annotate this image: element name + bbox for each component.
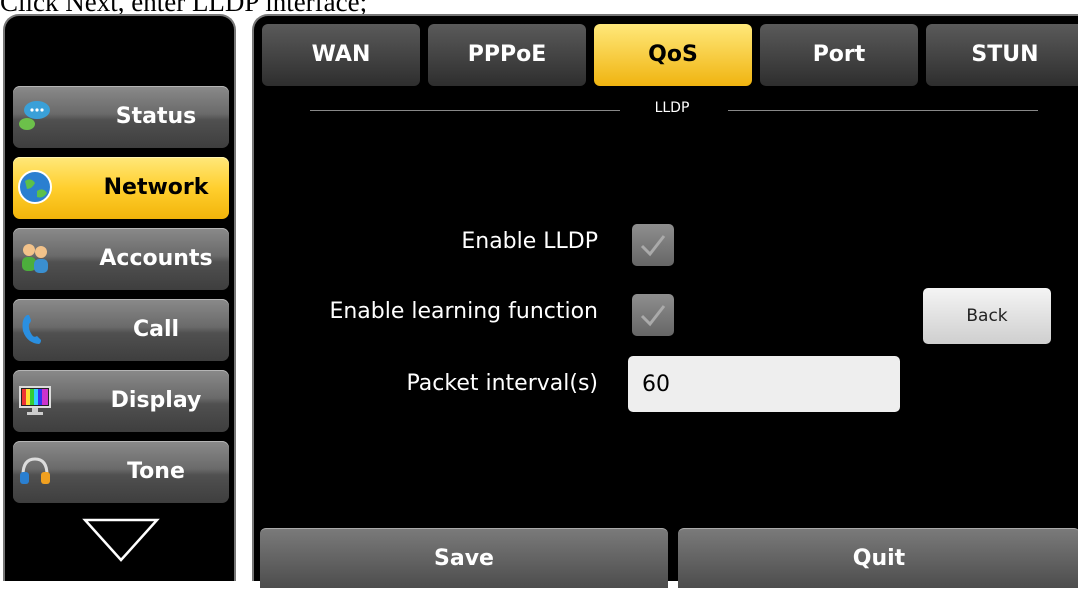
status-chat-icon <box>19 101 50 130</box>
checkmark-icon <box>640 235 666 257</box>
quit-button[interactable]: Quit <box>678 528 1078 588</box>
tab-wan[interactable]: WAN <box>262 24 420 86</box>
enable-lldp-checkbox[interactable] <box>632 224 674 266</box>
enable-lldp-label: Enable LLDP <box>461 229 598 254</box>
main-panel: WAN PPPoE QoS Port STUN LLDP Enable LLDP… <box>252 14 1078 588</box>
sidebar-item-tone[interactable]: Tone <box>13 441 229 503</box>
sidebar-item-display[interactable]: Display <box>13 370 229 432</box>
enable-learning-label: Enable learning function <box>329 299 598 324</box>
tab-pppoe[interactable]: PPPoE <box>428 24 586 86</box>
section-divider-right <box>728 110 1038 111</box>
sidebar-item-status[interactable]: Status <box>13 86 229 148</box>
checkmark-icon <box>640 305 666 327</box>
packet-interval-label: Packet interval(s) <box>406 371 598 396</box>
back-button[interactable]: Back <box>923 288 1051 344</box>
section-divider-left <box>310 110 620 111</box>
phone-handset-icon <box>22 315 41 344</box>
tab-stun[interactable]: STUN <box>926 24 1078 86</box>
headphones-icon <box>20 457 50 484</box>
sidebar: Status Network Accounts Call Display Ton… <box>3 14 236 581</box>
packet-interval-input[interactable] <box>628 356 900 412</box>
sidebar-item-network[interactable]: Network <box>13 157 229 219</box>
globe-icon <box>18 170 52 204</box>
tab-qos[interactable]: QoS <box>594 24 752 86</box>
sidebar-item-label: Status <box>115 104 197 129</box>
sidebar-item-label: Call <box>132 317 180 342</box>
sidebar-item-label: Network <box>103 175 209 200</box>
sidebar-item-label: Tone <box>127 459 185 484</box>
section-title: LLDP <box>654 100 690 116</box>
enable-learning-checkbox[interactable] <box>632 294 674 336</box>
users-icon <box>22 244 48 273</box>
tab-port[interactable]: Port <box>760 24 918 86</box>
sidebar-item-accounts[interactable]: Accounts <box>13 228 229 290</box>
sidebar-item-label: Accounts <box>99 246 213 271</box>
scroll-down-arrow-icon[interactable] <box>81 516 161 566</box>
monitor-icon <box>19 386 51 415</box>
sidebar-item-call[interactable]: Call <box>13 299 229 361</box>
save-button[interactable]: Save <box>260 528 668 588</box>
sidebar-item-label: Display <box>110 388 202 413</box>
